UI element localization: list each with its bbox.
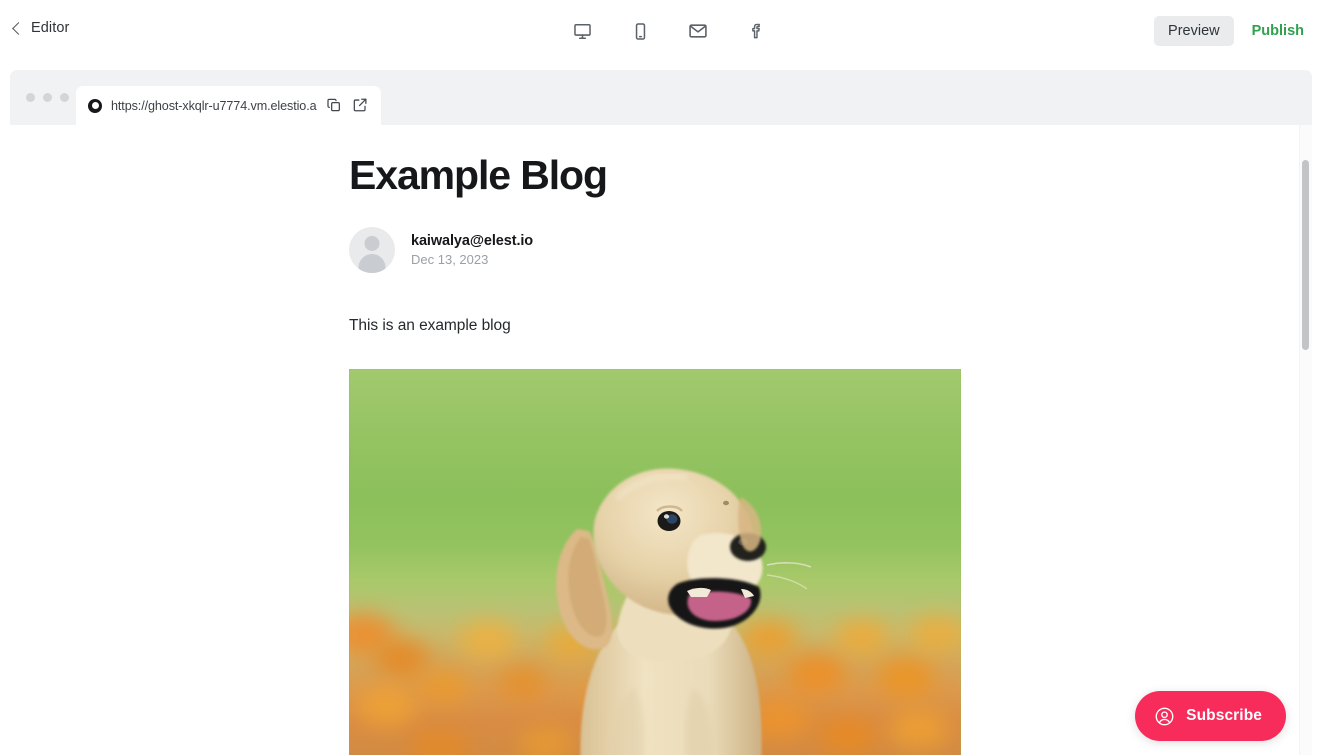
user-avatar-placeholder — [349, 227, 395, 273]
scrollbar-thumb[interactable] — [1302, 160, 1309, 350]
facebook-icon — [747, 22, 765, 40]
post-byline: kaiwalya@elest.io Dec 13, 2023 — [349, 227, 1312, 273]
window-close-dot — [26, 93, 35, 102]
post-body: This is an example blog — [349, 317, 1312, 335]
blog-post: Example Blog kaiwalya@elest.io Dec 13, 2… — [10, 125, 1312, 755]
address-bar-url: https://ghost-xkqlr-u7774.vm.elestio.a… — [111, 99, 317, 113]
avatar-head-shape — [365, 236, 380, 251]
mobile-phone-icon — [631, 22, 650, 41]
byline-text: kaiwalya@elest.io Dec 13, 2023 — [411, 233, 533, 267]
window-traffic-lights — [26, 93, 69, 102]
view-mode-switcher — [0, 16, 1338, 46]
subscribe-label: Subscribe — [1186, 707, 1262, 725]
view-mode-facebook-button[interactable] — [741, 16, 771, 46]
post-feature-image — [349, 369, 961, 755]
address-bar[interactable]: https://ghost-xkqlr-u7774.vm.elestio.a… — [76, 86, 381, 125]
view-mode-mobile-button[interactable] — [625, 16, 655, 46]
editor-toolbar: Editor — [0, 0, 1338, 60]
view-mode-email-button[interactable] — [683, 16, 713, 46]
post-author: kaiwalya@elest.io — [411, 233, 533, 249]
avatar-body-shape — [359, 254, 386, 273]
copy-url-button[interactable] — [326, 97, 343, 114]
browser-preview-frame: https://ghost-xkqlr-u7774.vm.elestio.a… … — [10, 70, 1312, 755]
page-title: Example Blog — [349, 153, 1312, 199]
window-minimize-dot — [43, 93, 52, 102]
view-mode-desktop-button[interactable] — [567, 16, 597, 46]
envelope-icon — [688, 21, 708, 41]
desktop-monitor-icon — [573, 22, 592, 41]
toolbar-actions: Preview Publish — [1154, 16, 1316, 46]
page-scrollbar[interactable] — [1299, 125, 1312, 755]
open-in-new-tab-button[interactable] — [352, 97, 369, 114]
publish-button[interactable]: Publish — [1240, 16, 1316, 46]
site-favicon-icon — [88, 99, 102, 113]
rendered-page: Example Blog kaiwalya@elest.io Dec 13, 2… — [10, 125, 1312, 755]
post-date: Dec 13, 2023 — [411, 252, 533, 267]
browser-chrome-bar: https://ghost-xkqlr-u7774.vm.elestio.a… — [10, 70, 1312, 125]
window-maximize-dot — [60, 93, 69, 102]
subscribe-button[interactable]: Subscribe — [1135, 691, 1286, 741]
user-circle-icon — [1154, 706, 1175, 727]
puppy-illustration — [349, 369, 961, 755]
preview-button[interactable]: Preview — [1154, 16, 1234, 46]
